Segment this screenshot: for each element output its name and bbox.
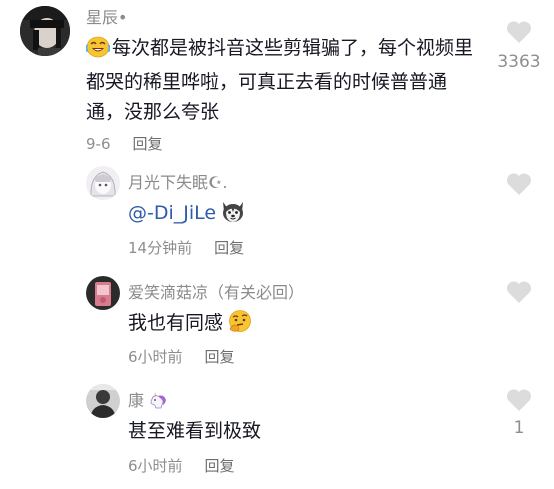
like-heart-icon[interactable] xyxy=(506,172,532,200)
reply-button[interactable]: 回复 xyxy=(214,239,244,257)
reply-button[interactable]: 回复 xyxy=(205,457,235,475)
reply-text: 甚至难看到极致 xyxy=(128,420,262,442)
comment-text-content: 每次都是被抖音这些剪辑骗了，每个视频里都哭的稀里哗啦，可真正去看的时候普普通通，… xyxy=(86,37,474,123)
reply-time: 6小时前 xyxy=(128,348,183,366)
like-heart-icon[interactable] xyxy=(506,280,532,308)
comment-author[interactable]: 星辰• xyxy=(86,8,127,28)
reply-text: @-Di_JiLe xyxy=(128,198,246,232)
reply-text-content: 我也有同感 xyxy=(128,312,224,334)
like-count: 1 xyxy=(513,418,525,438)
avatar[interactable] xyxy=(86,384,120,418)
avatar[interactable] xyxy=(86,166,120,200)
like-count: 3363 xyxy=(497,52,541,72)
comment-meta: 9-6 回复 xyxy=(86,134,163,154)
mention-link[interactable]: @-Di_JiLe xyxy=(128,202,216,224)
comment-date: 9-6 xyxy=(86,135,111,153)
avatar[interactable] xyxy=(86,276,120,310)
like-heart-icon[interactable] xyxy=(506,388,532,416)
comment-text: 每次都是被抖音这些剪辑骗了，每个视频里都哭的稀里哗啦，可真正去看的时候普普通通，… xyxy=(85,33,476,127)
reply-author[interactable]: 月光下失眠☪︎. xyxy=(128,173,227,193)
reply-meta: 6小时前 回复 xyxy=(128,347,235,367)
unicorn-emoji-icon xyxy=(148,391,168,414)
reply-time: 14分钟前 xyxy=(128,239,193,257)
reply-meta: 6小时前 回复 xyxy=(128,456,235,476)
husky-dog-emoji-icon xyxy=(220,199,246,232)
thinking-face-emoji-icon xyxy=(227,309,253,342)
like-heart-icon[interactable] xyxy=(506,20,532,48)
comment-thread: 星辰• 每次都是被抖音这些剪辑骗了，每个视频里都哭的稀里哗啦，可真正去看的时候普… xyxy=(0,0,554,489)
laughing-crying-emoji-icon xyxy=(85,36,111,67)
reply-time: 6小时前 xyxy=(128,457,183,475)
reply-text: 我也有同感 xyxy=(128,308,253,342)
reply-author[interactable]: 康 xyxy=(128,391,168,414)
reply-author-name: 康 xyxy=(128,391,145,410)
reply-meta: 14分钟前 回复 xyxy=(128,238,244,258)
reply-button[interactable]: 回复 xyxy=(133,135,163,153)
avatar[interactable] xyxy=(20,6,70,56)
reply-author[interactable]: 爱笑滴菇凉（有关必回） xyxy=(128,283,304,303)
reply-button[interactable]: 回复 xyxy=(205,348,235,366)
